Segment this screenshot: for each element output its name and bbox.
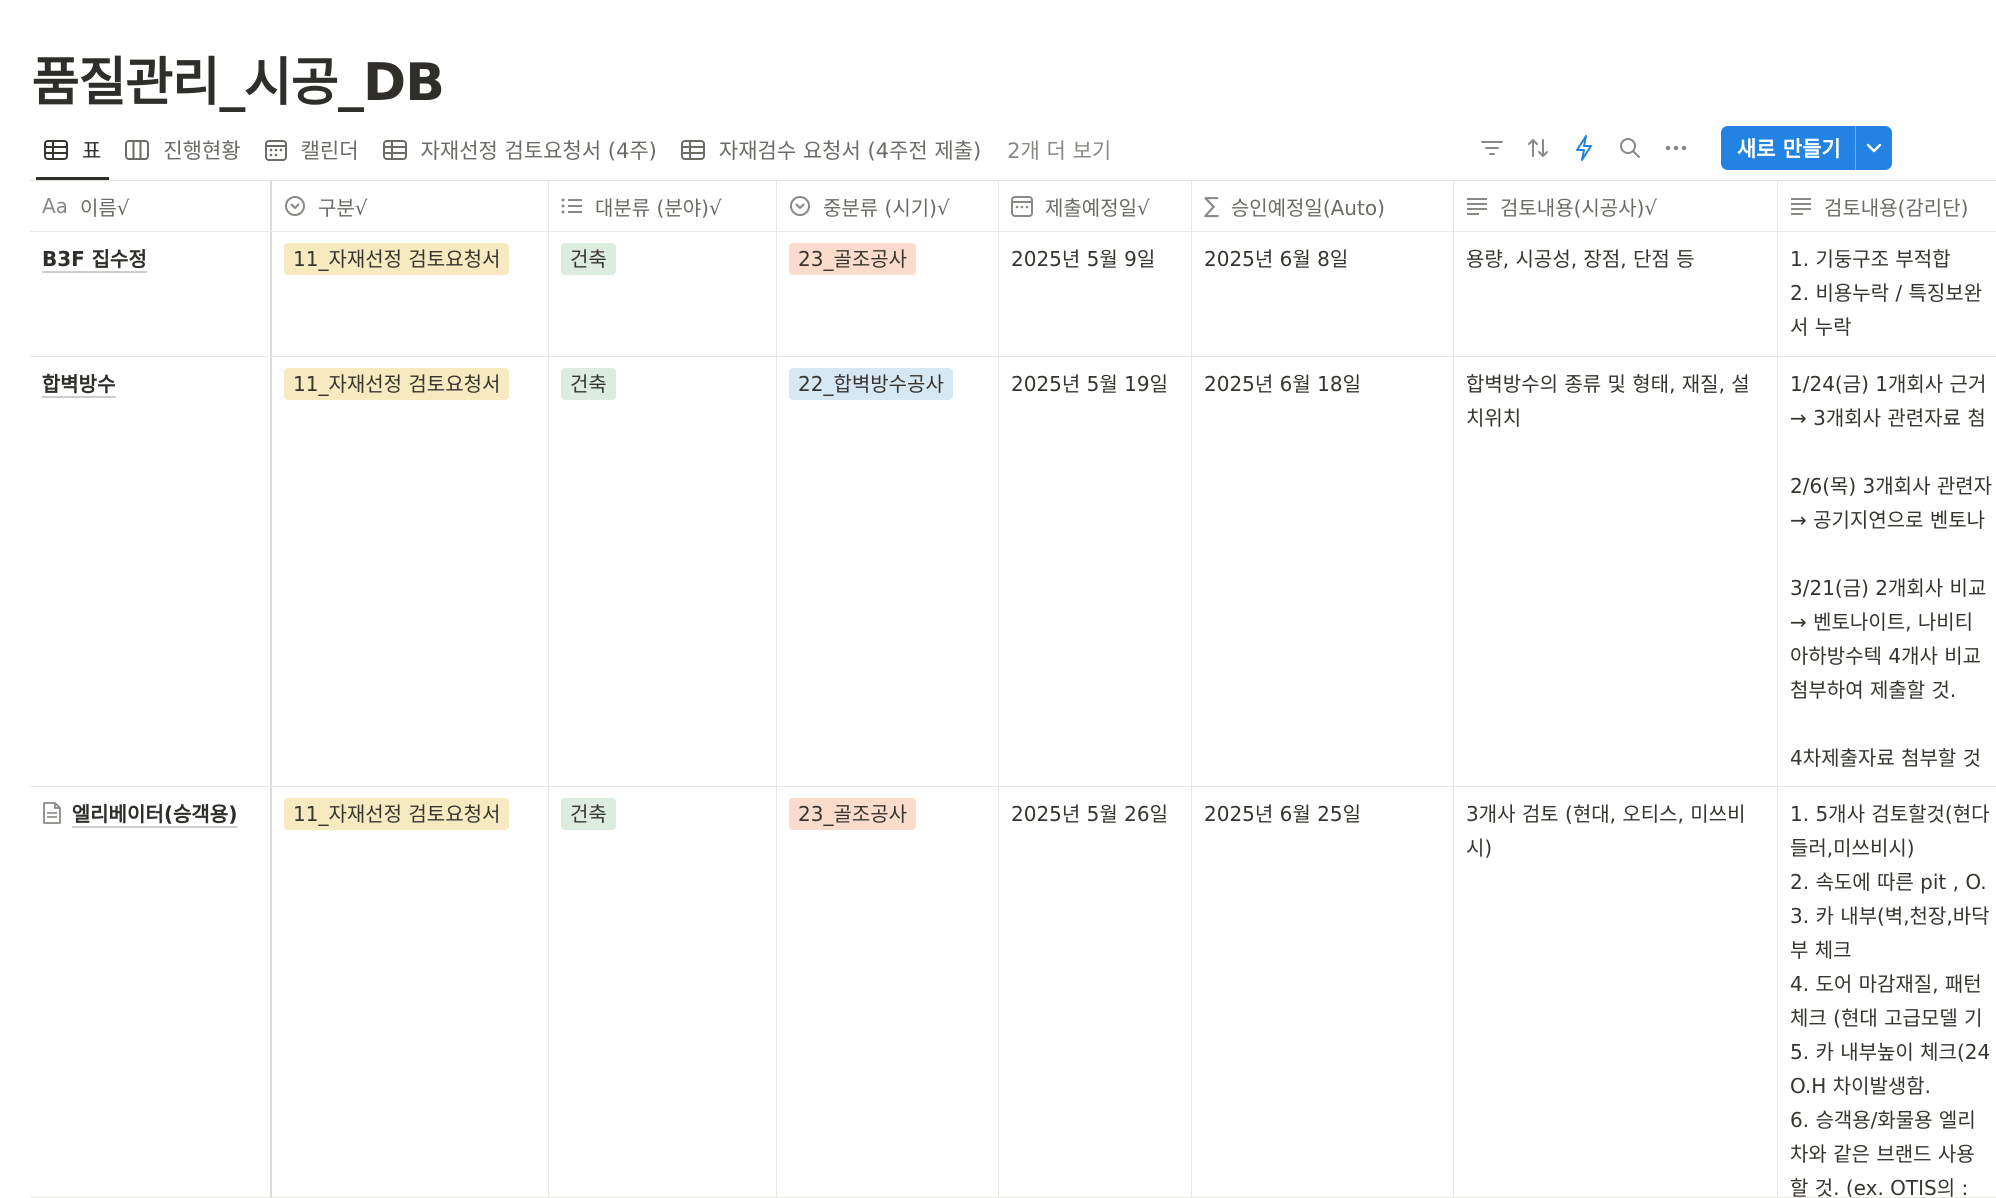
row-name[interactable]: 엘리베이터(승객용)	[72, 797, 237, 831]
category-tag: 11_자재선정 검토요청서	[284, 798, 510, 830]
column-label: 제출예정일√	[1045, 195, 1150, 220]
column-header-submit-date[interactable]: 제출예정일√	[999, 181, 1192, 231]
text-type-icon: Aa	[42, 194, 68, 218]
more-icon[interactable]	[1663, 135, 1689, 161]
column-header-approve-date[interactable]: ∑ 승인예정일(Auto)	[1192, 181, 1454, 231]
submit-date-cell[interactable]: 2025년 5월 26일	[999, 787, 1192, 1197]
select-icon	[284, 195, 306, 217]
table-row[interactable]: 합벽방수 11_자재선정 검토요청서 건축 22_합벽방수공사 2025년 5월…	[30, 357, 1996, 787]
tab-label: 자재검수 요청서 (4주전 제출)	[718, 139, 982, 163]
review-supervisor-cell[interactable]: 1/24(금) 1개회사 근거 → 3개회사 관련자료 첨 2/6(목) 3개회…	[1778, 357, 1996, 786]
board-icon	[125, 140, 150, 160]
list-icon	[561, 197, 583, 215]
table-icon	[382, 140, 407, 160]
submit-date-cell[interactable]: 2025년 5월 9일	[999, 232, 1192, 356]
table-row[interactable]: 엘리베이터(승객용) 11_자재선정 검토요청서 건축 23_골조공사 2025…	[30, 787, 1996, 1198]
category-cell[interactable]: 11_자재선정 검토요청서	[272, 787, 549, 1197]
major-cell[interactable]: 건축	[549, 357, 777, 786]
view-tabs: 표 진행현황 캘린더 자재선정 검토요청서 (4주) 자재검수 요청서 (4주전…	[32, 124, 1123, 180]
submit-date-cell[interactable]: 2025년 5월 19일	[999, 357, 1192, 786]
column-label: 승인예정일(Auto)	[1230, 195, 1385, 220]
row-name[interactable]: B3F 집수정	[42, 247, 147, 271]
name-wrap: 엘리베이터(승객용)	[42, 797, 258, 835]
approve-date-cell: 2025년 6월 25일	[1192, 787, 1454, 1197]
major-cell[interactable]: 건축	[549, 232, 777, 356]
table-icon	[44, 140, 68, 160]
column-header-minor[interactable]: 중분류 (시기)√	[777, 181, 999, 231]
page: 품질관리_시공_DB 표 진행현황 캘린더 자재선정 검토요청서 (4주) 자재…	[0, 0, 1996, 1198]
approve-date-cell: 2025년 6월 8일	[1192, 232, 1454, 356]
calendar-icon	[1011, 195, 1033, 217]
tab-board[interactable]: 진행현황	[113, 128, 252, 172]
column-header-review-supervisor[interactable]: 검토내용(감리단)	[1778, 181, 1996, 231]
tab-label: 자재선정 검토요청서 (4주)	[420, 139, 657, 163]
page-title: 품질관리_시공_DB	[32, 53, 445, 113]
new-button-label: 새로 만들기	[1737, 137, 1841, 161]
minor-cell[interactable]: 23_골조공사	[777, 232, 999, 356]
minor-cell[interactable]: 23_골조공사	[777, 787, 999, 1197]
category-cell[interactable]: 11_자재선정 검토요청서	[272, 357, 549, 786]
column-header-category[interactable]: 구분√	[272, 181, 549, 231]
review-contractor-cell[interactable]: 용량, 시공성, 장점, 단점 등	[1454, 232, 1778, 356]
tab-table[interactable]: 표	[32, 128, 113, 180]
minor-tag: 22_합벽방수공사	[789, 368, 953, 400]
name-cell[interactable]: 엘리베이터(승객용)	[30, 787, 272, 1197]
review-contractor-cell[interactable]: 3개사 검토 (현대, 오티스, 미쓰비시)	[1454, 787, 1778, 1197]
calendar-icon	[264, 139, 287, 161]
name-cell[interactable]: B3F 집수정	[30, 232, 272, 356]
category-cell[interactable]: 11_자재선정 검토요청서	[272, 232, 549, 356]
select-icon	[789, 195, 811, 217]
review-contractor-cell[interactable]: 합벽방수의 종류 및 형태, 재질, 설치위치	[1454, 357, 1778, 786]
column-label: 대분류 (분야)√	[595, 195, 722, 220]
text-icon	[1790, 197, 1812, 215]
minor-cell[interactable]: 22_합벽방수공사	[777, 357, 999, 786]
review-supervisor-cell[interactable]: 1. 기둥구조 부적합 2. 비용누락 / 특징보완 서 누락	[1778, 232, 1996, 356]
approve-date-cell: 2025년 6월 18일	[1192, 357, 1454, 786]
tab-material-selection[interactable]: 자재선정 검토요청서 (4주)	[371, 128, 669, 172]
minor-tag: 23_골조공사	[789, 798, 917, 830]
column-label: 중분류 (시기)√	[823, 195, 950, 220]
automation-icon[interactable]	[1571, 135, 1597, 161]
column-header-review-contractor[interactable]: 검토내용(시공사)√	[1454, 181, 1778, 231]
major-cell[interactable]: 건축	[549, 787, 777, 1197]
minor-tag: 23_골조공사	[789, 243, 917, 275]
column-label: 이름√	[79, 195, 130, 220]
sort-icon[interactable]	[1525, 135, 1551, 161]
document-icon	[42, 801, 62, 835]
row-name[interactable]: 합벽방수	[42, 372, 116, 396]
table-row[interactable]: B3F 집수정 11_자재선정 검토요청서 건축 23_골조공사 2025년 5…	[30, 232, 1996, 357]
new-button[interactable]: 새로 만들기	[1721, 126, 1892, 170]
table-header: Aa 이름√ 구분√ 대분류 (분야)√ 중분류 (시기)√ 제출예정일√ ∑	[30, 181, 1996, 232]
chevron-down-icon[interactable]	[1855, 126, 1892, 170]
column-header-major[interactable]: 대분류 (분야)√	[549, 181, 777, 231]
toolbar: 새로 만들기	[1479, 126, 1892, 170]
major-tag: 건축	[561, 243, 616, 275]
text-icon	[1466, 197, 1488, 215]
category-tag: 11_자재선정 검토요청서	[284, 243, 510, 275]
database-table: Aa 이름√ 구분√ 대분류 (분야)√ 중분류 (시기)√ 제출예정일√ ∑	[30, 180, 1996, 1198]
tab-label: 진행현황	[163, 139, 241, 163]
major-tag: 건축	[561, 368, 616, 400]
tab-calendar[interactable]: 캘린더	[253, 128, 371, 172]
tab-label: 표	[82, 139, 102, 163]
tab-material-inspection[interactable]: 자재검수 요청서 (4주전 제출)	[669, 128, 993, 172]
name-cell[interactable]: 합벽방수	[30, 357, 272, 786]
search-icon[interactable]	[1617, 135, 1643, 161]
formula-icon: ∑	[1204, 193, 1219, 219]
table-icon	[680, 140, 705, 160]
column-label: 구분√	[318, 195, 368, 220]
column-label: 검토내용(시공사)√	[1500, 195, 1658, 220]
category-tag: 11_자재선정 검토요청서	[284, 368, 510, 400]
major-tag: 건축	[561, 798, 616, 830]
tab-label: 캘린더	[300, 139, 359, 163]
more-views-button[interactable]: 2개 더 보기	[993, 128, 1123, 172]
column-header-name[interactable]: Aa 이름√	[30, 181, 272, 231]
filter-icon[interactable]	[1479, 135, 1505, 161]
review-supervisor-cell[interactable]: 1. 5개사 검토할것(현다 들러,미쓰비시) 2. 속도에 따른 pit , …	[1778, 787, 1996, 1197]
column-label: 검토내용(감리단)	[1824, 195, 1969, 220]
